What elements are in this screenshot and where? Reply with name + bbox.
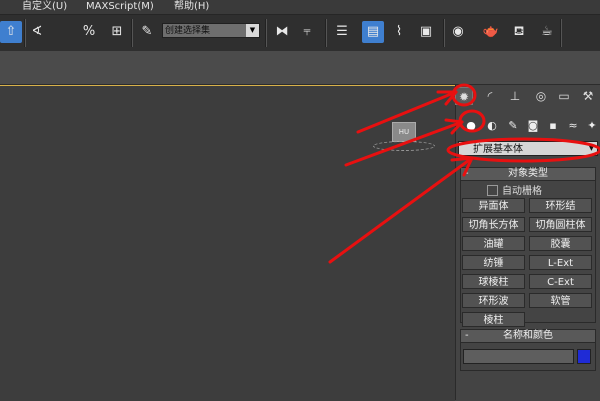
annotation-circle-create-tab: [451, 83, 477, 107]
annotation-arrow: [444, 118, 464, 124]
annotation-circle-geometry: [458, 109, 486, 133]
annotation-overlay: [328, 83, 600, 264]
annotation-arrow: [450, 156, 474, 162]
annotation-arrow: [328, 156, 474, 264]
annotation-arrow: [356, 90, 458, 134]
